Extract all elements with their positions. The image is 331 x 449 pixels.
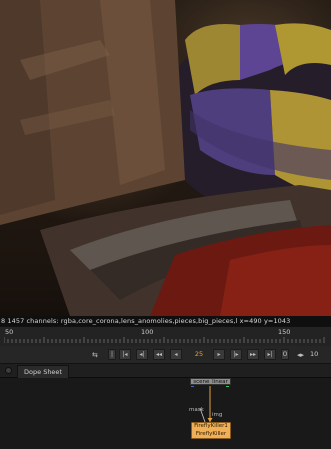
current-frame-field[interactable]: 25 [190, 349, 208, 360]
timeline-ruler[interactable]: 50 100 150 [0, 326, 331, 346]
image-viewer[interactable] [0, 0, 331, 316]
timeline-tick-label: 100 [141, 328, 154, 336]
tab-dope-sheet[interactable]: Dope Sheet [17, 365, 69, 378]
node-subtitle: FireflyKiller [195, 430, 227, 437]
timeline-tick-label: 150 [278, 328, 291, 336]
playback-controls: ⇆ | |◂ ◂| ◂◂ ◂ 25 ▸ |▸ ▸▸ ▸| O ◂▸ 10 [0, 346, 331, 364]
render-preview [0, 0, 331, 316]
step-back-increment-button[interactable]: ◂◂ [153, 349, 165, 360]
frame-increment-field[interactable]: 10 [310, 349, 318, 360]
in-point-button[interactable]: | [108, 349, 116, 360]
edge-label-img: img [212, 412, 223, 418]
timeline-tick-label: 50 [5, 328, 14, 336]
last-frame-button[interactable]: ▸| [264, 349, 276, 360]
play-backward-button[interactable]: ◂ [170, 349, 182, 360]
first-frame-button[interactable]: |◂ [119, 349, 131, 360]
firefly-killer-node[interactable]: FireflyKiller1 FireflyKiller [191, 422, 231, 439]
step-forward-increment-button[interactable]: ▸▸ [247, 349, 259, 360]
panel-menu-icon[interactable] [5, 367, 12, 374]
edge-label-mask: mask [189, 407, 204, 413]
next-keyframe-button[interactable]: |▸ [230, 349, 242, 360]
node-connections [191, 386, 229, 423]
read-node[interactable]: scene_linear [190, 378, 231, 385]
previous-keyframe-button[interactable]: ◂| [136, 349, 148, 360]
viewer-settings-icon[interactable]: ⇆ [92, 350, 98, 360]
play-forward-button[interactable]: ▸ [213, 349, 225, 360]
increment-arrows-icon[interactable]: ◂▸ [297, 350, 304, 360]
timeline-ticks [4, 337, 327, 343]
viewer-info-bar: 8 1457 channels: rgba,core_corona,lens_a… [0, 316, 331, 326]
loop-mode-button[interactable]: O [281, 349, 289, 360]
panel-tab-bar: Dope Sheet [0, 364, 331, 378]
node-title: FireflyKiller1 [194, 423, 228, 429]
node-graph[interactable]: scene_linear mask img FireflyKiller1 Fir… [0, 378, 331, 449]
